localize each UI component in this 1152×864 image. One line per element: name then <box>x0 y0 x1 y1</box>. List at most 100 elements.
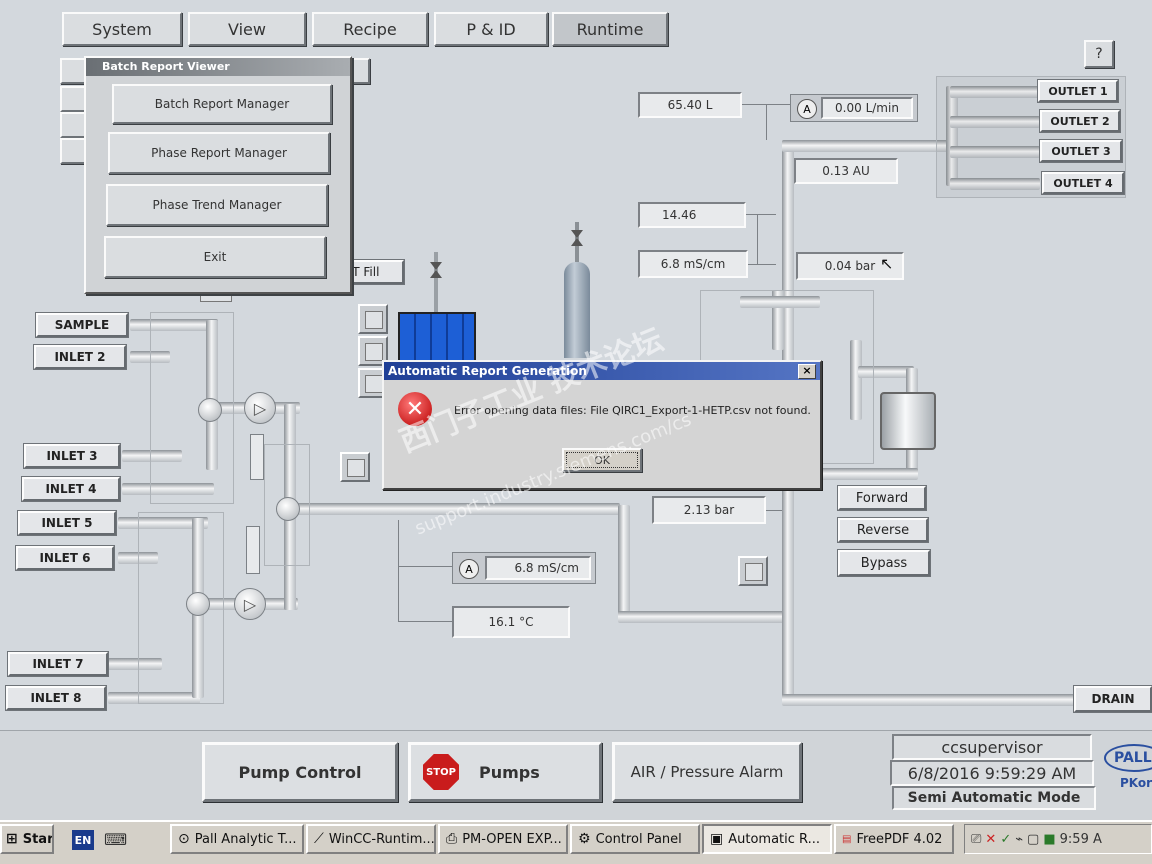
inlet-sample-button[interactable]: SAMPLE <box>36 313 128 337</box>
stop-sign-icon: STOP <box>423 754 459 790</box>
pipe-main <box>290 503 620 515</box>
volume-tray-icon[interactable]: ✕ <box>985 832 996 847</box>
phase-report-manager-button[interactable]: Phase Report Manager <box>108 132 330 174</box>
line-temp <box>398 621 452 622</box>
main-junction <box>276 497 300 521</box>
outlet-2-button[interactable]: OUTLET 2 <box>1040 110 1120 132</box>
task-automatic-report[interactable]: ▣ Automatic R... <box>702 824 832 854</box>
inlet-2-button[interactable]: INLET 2 <box>34 345 126 369</box>
task-pall-analytic[interactable]: ⊙ Pall Analytic T... <box>170 824 304 854</box>
exit-button[interactable]: Exit <box>104 236 326 278</box>
user-display: ccsupervisor <box>892 734 1092 760</box>
chromatography-column <box>880 392 936 450</box>
pump-control-button[interactable]: Pump Control <box>202 742 398 802</box>
task-pm-open-export[interactable]: ⎙ PM-OPEN EXP... <box>438 824 568 854</box>
flow-readout: 0.00 L/min <box>821 97 913 119</box>
inlet-3-button[interactable]: INLET 3 <box>24 444 120 468</box>
menu-system-button[interactable]: System <box>62 12 182 46</box>
line-ph <box>746 214 776 215</box>
report-window-icon: ▣ <box>710 831 724 847</box>
tank-valve-1-button[interactable] <box>358 304 388 334</box>
inlet-8-button[interactable]: INLET 8 <box>6 686 106 710</box>
datetime-display: 6/8/2016 9:59:29 AM <box>890 760 1094 786</box>
bypass-button[interactable]: Bypass <box>838 550 930 576</box>
pipe-main-down <box>618 505 630 617</box>
pump-a-icon[interactable]: ▷ <box>244 392 276 424</box>
pump-b-icon[interactable]: ▷ <box>234 588 266 620</box>
task-freepdf[interactable]: ▤ FreePDF 4.02 <box>834 824 954 854</box>
pipe-drain <box>782 694 1082 706</box>
security-tray-icon[interactable]: ✓ <box>1000 832 1011 847</box>
pm-open-icon: ⎙ <box>446 831 458 847</box>
menu-recipe-button[interactable]: Recipe <box>312 12 428 46</box>
outlet-1-button[interactable]: OUTLET 1 <box>1038 80 1118 102</box>
task-wincc-runtime[interactable]: ⟋ WinCC-Runtim... <box>306 824 436 854</box>
cond-bottom-box: A 6.8 mS/cm <box>452 552 596 584</box>
temperature-readout: 16.1 °C <box>452 606 570 638</box>
error-dialog: Automatic Report Generation × ✕ Error op… <box>382 360 822 490</box>
help-button[interactable]: ? <box>1084 40 1114 68</box>
conductivity-bottom-readout: 6.8 mS/cm <box>485 556 591 580</box>
cond-auto-badge: A <box>459 559 479 579</box>
volume-readout: 65.40 L <box>638 92 742 118</box>
outlet-4-button[interactable]: OUTLET 4 <box>1042 172 1124 194</box>
error-icon: ✕ <box>398 392 432 426</box>
pumps-button[interactable]: STOP Pumps <box>408 742 602 802</box>
network-tray-icon[interactable]: ⎚ <box>971 832 981 847</box>
inlet-7-button[interactable]: INLET 7 <box>8 652 108 676</box>
taskbar-clock[interactable]: 9:59 A <box>1060 832 1102 847</box>
pressure-mid-readout: 2.13 bar <box>652 496 766 524</box>
mouse-cursor-icon: ↖ <box>880 254 894 273</box>
absorbance-readout: 0.13 AU <box>794 158 898 184</box>
menu-runtime-button[interactable]: Runtime <box>552 12 668 46</box>
pipe-bottom-run <box>618 611 786 623</box>
inlet-5-button[interactable]: INLET 5 <box>18 511 116 535</box>
mode-display: Semi Automatic Mode <box>892 786 1096 810</box>
flow-readout-box: A 0.00 L/min <box>790 94 918 122</box>
line-bottom-sensors <box>398 520 399 622</box>
menu-recipe-label: Recipe <box>343 19 397 39</box>
mixer-valve-button[interactable] <box>340 452 370 482</box>
outlet-3-button[interactable]: OUTLET 3 <box>1040 140 1122 162</box>
flow-auto-badge: A <box>797 99 817 119</box>
freepdf-icon: ▤ <box>842 833 852 845</box>
batch-report-viewer-window: Batch Report Viewer Batch Report Manager… <box>84 56 352 294</box>
pipe-column-return <box>812 468 918 480</box>
air-pressure-alarm-button[interactable]: AIR / Pressure Alarm <box>612 742 802 802</box>
reverse-button[interactable]: Reverse <box>838 518 928 542</box>
menu-pid-button[interactable]: P & ID <box>434 12 548 46</box>
windows-icon: ⊞ <box>6 831 18 847</box>
line-ph-cond <box>757 214 758 264</box>
phase-trend-manager-button[interactable]: Phase Trend Manager <box>106 184 328 226</box>
hmi-screen: System View Recipe P & ID Runtime ? S <box>0 0 1152 864</box>
dialog-close-icon[interactable]: × <box>798 364 816 379</box>
menu-runtime-label: Runtime <box>576 19 644 39</box>
app-tray-icon[interactable]: ■ <box>1043 832 1055 847</box>
task-control-panel[interactable]: ⚙ Control Panel <box>570 824 700 854</box>
device-tray-icon[interactable]: ⌁ <box>1015 832 1023 847</box>
loop-valve-button[interactable] <box>738 556 768 586</box>
system-tray: ⎚ ✕ ✓ ⌁ ▢ ■ 9:59 A <box>964 824 1152 854</box>
line-cond-bottom <box>398 566 452 567</box>
language-indicator[interactable]: EN <box>72 830 94 850</box>
line-volume-down <box>766 104 767 140</box>
monitor-tray-icon[interactable]: ▢ <box>1027 832 1039 847</box>
pipe-to-outlets <box>782 140 952 152</box>
menu-view-button[interactable]: View <box>188 12 306 46</box>
pall-logo-subtitle: PKor <box>1120 776 1152 790</box>
inlet-upper-junction <box>198 398 222 422</box>
error-dialog-title: Automatic Report Generation <box>388 364 587 378</box>
forward-button[interactable]: Forward <box>838 486 926 510</box>
ok-button[interactable]: OK <box>562 448 642 472</box>
tank-valve-icon[interactable] <box>430 252 442 312</box>
cylinder-valve-icon[interactable] <box>568 222 586 262</box>
pump-b-level-slot <box>246 526 260 574</box>
start-button[interactable]: ⊞Start <box>0 824 54 854</box>
batch-report-manager-button[interactable]: Batch Report Manager <box>112 84 332 124</box>
inlet-4-button[interactable]: INLET 4 <box>22 477 120 501</box>
inlet-6-button[interactable]: INLET 6 <box>16 546 114 570</box>
drain-button[interactable]: DRAIN <box>1074 686 1152 712</box>
pall-app-icon: ⊙ <box>178 831 190 847</box>
buffer-tank[interactable] <box>398 312 476 366</box>
keyboard-icon[interactable]: ⌨ <box>104 830 127 849</box>
